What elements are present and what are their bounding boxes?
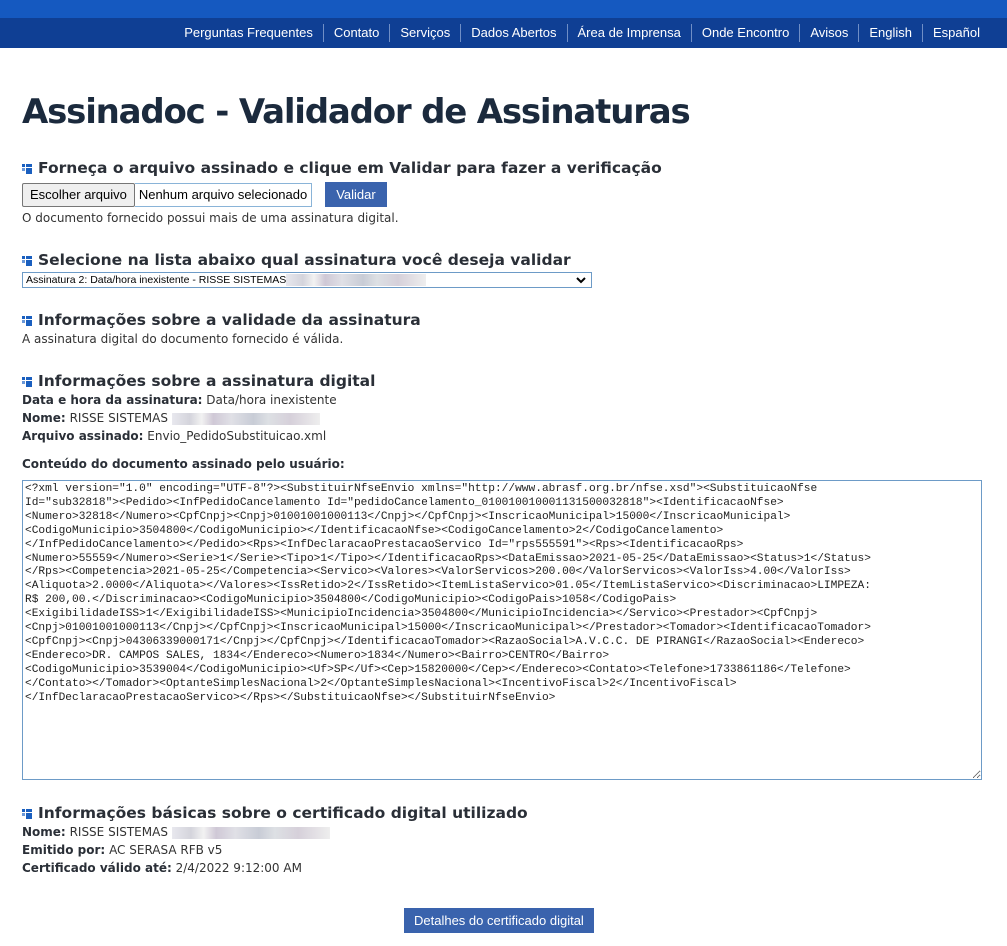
signature-select-value: Assinatura 2: Data/hora inexistente - RI… — [26, 274, 287, 286]
certificate-issuer: Emitido por: AC SERASA RFB v5 — [22, 841, 528, 859]
redacted-text — [171, 826, 330, 839]
signed-file-value: Envio_PedidoSubstituicao.xml — [147, 429, 327, 443]
certificate-name-value: RISSE SISTEMAS — [69, 825, 168, 839]
signature-datetime-label: Data e hora da assinatura: — [22, 393, 203, 407]
nav-link-open-data[interactable]: Dados Abertos — [460, 24, 566, 42]
bullet-icon — [22, 808, 33, 819]
certificate-name-label: Nome: — [22, 825, 66, 839]
certificate-validity: Certificado válido até: 2/4/2022 9:12:00… — [22, 859, 528, 877]
nav-link-services[interactable]: Serviços — [389, 24, 460, 42]
signature-datetime: Data e hora da assinatura: Data/hora ine… — [22, 391, 375, 409]
certificate-valid-value: 2/4/2022 9:12:00 AM — [175, 861, 302, 875]
section-heading: Informações sobre a validade da assinatu… — [22, 310, 421, 330]
nav-link-press[interactable]: Área de Imprensa — [566, 24, 691, 42]
signature-name-label: Nome: — [22, 411, 66, 425]
nav-link-english[interactable]: English — [858, 24, 922, 42]
bullet-icon — [22, 376, 33, 387]
nav-link-notices[interactable]: Avisos — [799, 24, 858, 42]
certificate-name: Nome: RISSE SISTEMAS — [22, 823, 528, 841]
nav-link-where-to-find[interactable]: Onde Encontro — [690, 24, 799, 42]
section-heading: Selecione na lista abaixo qual assinatur… — [22, 250, 592, 270]
signature-name-value: RISSE SISTEMAS — [69, 411, 168, 425]
signature-name: Nome: RISSE SISTEMAS — [22, 409, 375, 427]
select-signature-section: Selecione na lista abaixo qual assinatur… — [22, 250, 592, 288]
redacted-text — [286, 274, 427, 286]
signature-info-section: Informações sobre a assinatura digital D… — [22, 371, 375, 473]
upload-section: Forneça o arquivo assinado e clique em V… — [22, 158, 662, 227]
nav-link-faq[interactable]: Perguntas Frequentes — [174, 24, 323, 42]
content-label-text: Conteúdo do documento assinado pelo usuá… — [22, 457, 345, 471]
bullet-icon — [22, 255, 33, 266]
certificate-issuer-label: Emitido por: — [22, 843, 106, 857]
upload-message: O documento fornecido possui mais de uma… — [22, 211, 399, 225]
bullet-icon — [22, 315, 33, 326]
certificate-section: Informações básicas sobre o certificado … — [22, 803, 528, 877]
choose-file-button[interactable]: Escolher arquivo — [22, 182, 135, 207]
nav-link-spanish[interactable]: Español — [922, 24, 990, 42]
validate-button[interactable]: Validar — [325, 182, 387, 207]
validity-section: Informações sobre a validade da assinatu… — [22, 310, 421, 348]
certificate-heading: Informações básicas sobre o certificado … — [38, 804, 528, 822]
signed-file: Arquivo assinado: Envio_PedidoSubstituic… — [22, 427, 375, 445]
file-status: Nenhum arquivo selecionado — [134, 182, 313, 207]
certificate-valid-label: Certificado válido até: — [22, 861, 172, 875]
chevron-down-icon — [576, 277, 586, 284]
file-input: Escolher arquivo Nenhum arquivo selecion… — [22, 182, 662, 207]
signed-content-textarea[interactable] — [22, 480, 982, 780]
validity-message: A assinatura digital do documento fornec… — [22, 332, 344, 346]
redacted-text — [171, 412, 320, 425]
section-heading: Forneça o arquivo assinado e clique em V… — [22, 158, 662, 178]
signature-info-heading: Informações sobre a assinatura digital — [38, 372, 376, 390]
signature-datetime-value: Data/hora inexistente — [206, 393, 337, 407]
section-heading: Informações sobre a assinatura digital — [22, 371, 375, 391]
top-banner — [0, 0, 1007, 18]
certificate-issuer-value: AC SERASA RFB v5 — [109, 843, 223, 857]
top-nav: Perguntas Frequentes Contato Serviços Da… — [0, 18, 1007, 48]
nav-link-contact[interactable]: Contato — [322, 24, 390, 42]
bullet-icon — [22, 163, 33, 174]
select-heading: Selecione na lista abaixo qual assinatur… — [38, 251, 571, 269]
content-label: Conteúdo do documento assinado pelo usuá… — [22, 455, 375, 473]
upload-heading: Forneça o arquivo assinado e clique em V… — [38, 159, 662, 177]
section-heading: Informações básicas sobre o certificado … — [22, 803, 528, 823]
signature-select[interactable]: Assinatura 2: Data/hora inexistente - RI… — [22, 272, 592, 288]
page-title: Assinadoc - Validador de Assinaturas — [22, 92, 691, 132]
certificate-details-button[interactable]: Detalhes do certificado digital — [404, 908, 594, 933]
signed-file-label: Arquivo assinado: — [22, 429, 144, 443]
validity-heading: Informações sobre a validade da assinatu… — [38, 311, 421, 329]
